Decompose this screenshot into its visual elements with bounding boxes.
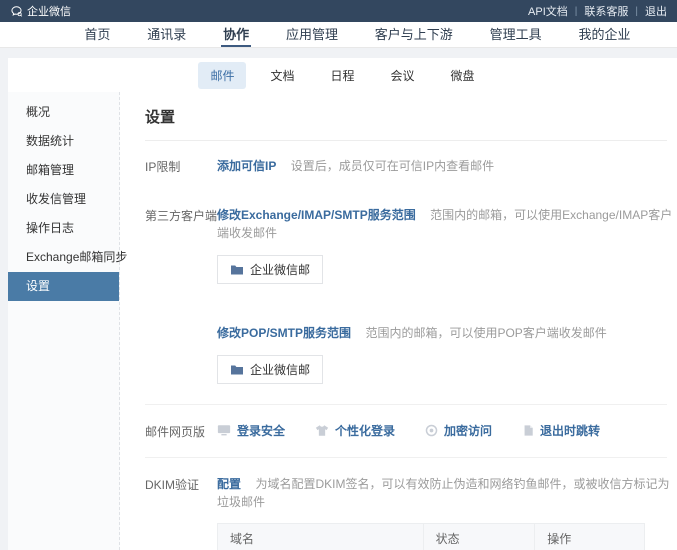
- sidebar-item-operation-log[interactable]: 操作日志: [8, 214, 119, 243]
- sidebar-item-mailbox-management[interactable]: 邮箱管理: [8, 156, 119, 185]
- add-trusted-ip-link[interactable]: 添加可信IP: [217, 159, 276, 173]
- tab-meeting[interactable]: 会议: [379, 62, 427, 89]
- section-dkim: DKIM验证 配置 为域名配置DKIM签名，可以有效防止伪造和网络钓鱼邮件，或被…: [145, 458, 677, 550]
- lock-icon: [425, 424, 438, 437]
- shirt-icon: [315, 424, 329, 437]
- nav-item-home[interactable]: 首页: [82, 22, 112, 47]
- topbar-links: API文档 | 联系客服 | 退出: [528, 3, 667, 19]
- nav-item-my-company[interactable]: 我的企业: [576, 22, 632, 47]
- nav-item-admin-tools[interactable]: 管理工具: [488, 22, 544, 47]
- dkim-table: 域名 状态 操作 988666.club 已验证 查看配置: [217, 523, 645, 550]
- contact-support-link[interactable]: 联系客服: [584, 3, 628, 19]
- nav-item-customers[interactable]: 客户与上下游: [373, 22, 455, 47]
- nav-item-collaboration[interactable]: 协作: [221, 22, 251, 47]
- panel-body: 概况 数据统计 邮箱管理 收发信管理 操作日志 Exchange邮箱同步 设置 …: [8, 92, 677, 550]
- sidebar-item-settings[interactable]: 设置: [8, 272, 119, 301]
- exchange-scope-block: 修改Exchange/IMAP/SMTP服务范围 范围内的邮箱，可以使用Exch…: [217, 206, 677, 284]
- third-party-label: 第三方客户端: [145, 206, 217, 224]
- nav-item-contacts[interactable]: 通讯录: [145, 22, 188, 47]
- monitor-icon: [217, 424, 231, 437]
- section-third-party: 第三方客户端 修改Exchange/IMAP/SMTP服务范围 范围内的邮箱，可…: [145, 206, 677, 384]
- dkim-configure-link[interactable]: 配置: [217, 477, 241, 491]
- webmail-label: 邮件网页版: [145, 422, 217, 440]
- sidebar-item-exchange-sync[interactable]: Exchange邮箱同步: [8, 243, 119, 272]
- status-column-header: 状态: [423, 524, 535, 550]
- personalized-login-item[interactable]: 个性化登录: [315, 422, 395, 439]
- nav-item-apps[interactable]: 应用管理: [284, 22, 340, 47]
- logout-link[interactable]: 退出: [645, 3, 667, 19]
- pop-scope-tag[interactable]: 企业微信邮: [217, 355, 323, 384]
- main-nav: 首页 通讯录 协作 应用管理 客户与上下游 管理工具 我的企业: [0, 22, 677, 48]
- login-security-link[interactable]: 登录安全: [237, 422, 285, 439]
- app-title: 企业微信: [27, 3, 71, 19]
- sidebar-item-overview[interactable]: 概况: [8, 98, 119, 127]
- folder-icon: [230, 364, 244, 376]
- encrypted-access-item[interactable]: 加密访问: [425, 422, 492, 439]
- brand: 企业微信: [10, 3, 71, 19]
- personalized-login-link[interactable]: 个性化登录: [335, 422, 395, 439]
- action-column-header: 操作: [535, 524, 645, 550]
- dkim-label: DKIM验证: [145, 475, 217, 493]
- scope-tag-label: 企业微信邮: [250, 261, 310, 278]
- content-panel: 邮件 文档 日程 会议 微盘 概况 数据统计 邮箱管理 收发信管理 操作日志 E…: [8, 58, 677, 550]
- tab-mail[interactable]: 邮件: [198, 62, 246, 89]
- dkim-table-header-row: 域名 状态 操作: [218, 524, 645, 550]
- tab-calendar[interactable]: 日程: [318, 62, 366, 89]
- settings-content: 设置 IP限制 添加可信IP 设置后，成员仅可在可信IP内查看邮件 第三方客户端…: [120, 92, 677, 550]
- sidebar-item-send-receive[interactable]: 收发信管理: [8, 185, 119, 214]
- modify-pop-scope-link[interactable]: 修改POP/SMTP服务范围: [217, 326, 351, 340]
- encrypted-access-link[interactable]: 加密访问: [444, 422, 492, 439]
- scope-tag-label: 企业微信邮: [250, 361, 310, 378]
- ip-limit-label: IP限制: [145, 157, 217, 175]
- tab-drive[interactable]: 微盘: [439, 62, 487, 89]
- page: 企业微信 API文档 | 联系客服 | 退出 首页 通讯录 协作 应用管理 客户…: [0, 0, 677, 550]
- wechat-work-logo-icon: [10, 5, 23, 18]
- logout-redirect-link[interactable]: 退出时跳转: [540, 422, 600, 439]
- topbar: 企业微信 API文档 | 联系客服 | 退出: [0, 0, 677, 22]
- separator: |: [635, 6, 638, 17]
- section-webmail: 邮件网页版 登录安全: [145, 405, 677, 457]
- sidebar-item-statistics[interactable]: 数据统计: [8, 127, 119, 156]
- login-security-item[interactable]: 登录安全: [217, 422, 285, 439]
- tab-docs[interactable]: 文档: [258, 62, 306, 89]
- module-tabs: 邮件 文档 日程 会议 微盘: [8, 58, 677, 92]
- dkim-desc: 为域名配置DKIM签名，可以有效防止伪造和网络钓鱼邮件，或被收信方标记为垃圾邮件: [217, 477, 669, 509]
- pop-scope-block: 修改POP/SMTP服务范围 范围内的邮箱，可以使用POP客户端收发邮件: [217, 324, 677, 384]
- page-icon: [522, 424, 534, 437]
- logout-redirect-item[interactable]: 退出时跳转: [522, 422, 600, 439]
- modify-exchange-scope-link[interactable]: 修改Exchange/IMAP/SMTP服务范围: [217, 208, 416, 222]
- sidebar: 概况 数据统计 邮箱管理 收发信管理 操作日志 Exchange邮箱同步 设置: [8, 92, 120, 550]
- folder-icon: [230, 264, 244, 276]
- api-docs-link[interactable]: API文档: [528, 3, 568, 19]
- exchange-scope-tag[interactable]: 企业微信邮: [217, 255, 323, 284]
- separator: |: [575, 6, 578, 17]
- page-title: 设置: [145, 106, 667, 141]
- section-ip-limit: IP限制 添加可信IP 设置后，成员仅可在可信IP内查看邮件: [145, 157, 677, 175]
- ip-limit-desc: 设置后，成员仅可在可信IP内查看邮件: [291, 159, 494, 173]
- domain-column-header: 域名: [218, 524, 424, 550]
- pop-scope-desc: 范围内的邮箱，可以使用POP客户端收发邮件: [365, 326, 606, 340]
